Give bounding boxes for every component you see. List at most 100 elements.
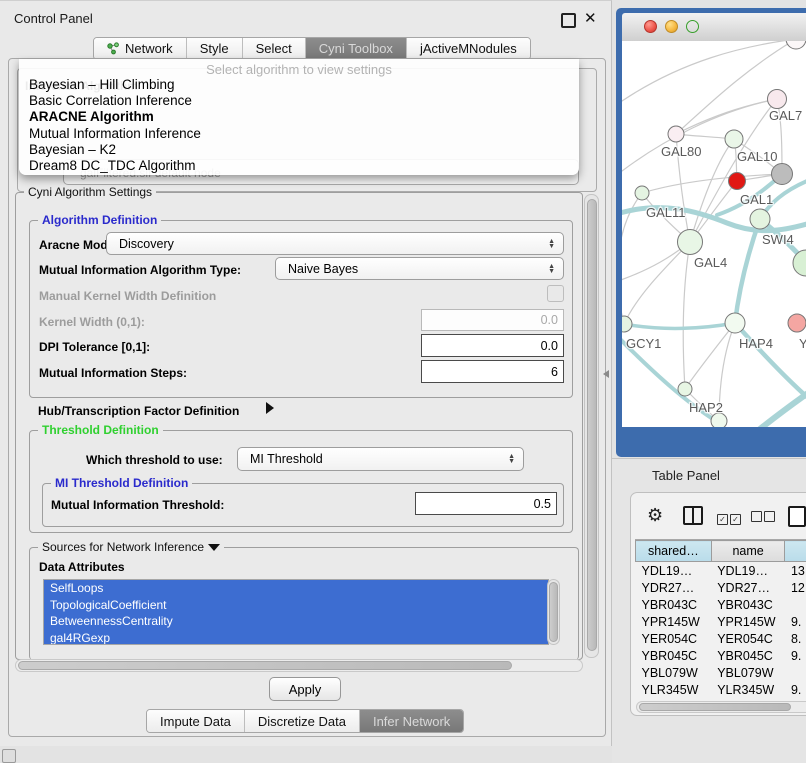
select-all-icon[interactable]: ✓✓ [717, 509, 741, 527]
scrollbar-thumb[interactable] [639, 703, 791, 711]
apply-button[interactable]: Apply [269, 677, 341, 701]
mi-threshold-field[interactable]: 0.5 [415, 492, 557, 515]
table-cell[interactable]: YBL079W [636, 664, 712, 681]
window-minimize-icon[interactable] [665, 20, 678, 33]
network-node[interactable] [788, 314, 806, 332]
table-cell[interactable]: YBL079W [711, 664, 785, 681]
algorithm-option[interactable]: Dream8 DC_TDC Algorithm [19, 158, 579, 174]
deselect-all-icon[interactable] [751, 509, 775, 527]
table-cell[interactable]: YIL053C [711, 698, 785, 700]
table-cell[interactable]: 8. [785, 630, 806, 647]
table-row[interactable]: YDR27…YDR27…12 [636, 579, 806, 596]
algorithm-option[interactable]: Bayesian – Hill Climbing [19, 77, 579, 93]
network-edge[interactable] [735, 219, 760, 323]
network-edge[interactable] [624, 323, 735, 328]
table-cell[interactable]: YPR145W [711, 613, 785, 630]
close-icon[interactable]: ✕ [584, 9, 597, 27]
table-row[interactable]: YBL079WYBL079W [636, 664, 806, 681]
tab-impute-data[interactable]: Impute Data [147, 710, 245, 732]
network-canvas[interactable]: GAL7GAL80GAL10GAL1GAL11SWI4GAL4GCY1HAP4Y… [622, 41, 806, 427]
table-row[interactable]: YLR345WYLR345W9. [636, 681, 806, 698]
manual-kernel-checkbox[interactable] [547, 285, 564, 302]
table-cell[interactable]: YBR045C [711, 647, 785, 664]
attribute-list-item[interactable]: TopologicalCoefficient [44, 597, 548, 614]
tab-network[interactable]: Network [94, 38, 187, 59]
table-cell[interactable] [785, 596, 806, 613]
table-cell[interactable]: 13 [785, 562, 806, 580]
table-cell[interactable]: YPR145W [636, 613, 712, 630]
mi-type-combobox[interactable]: Naive Bayes ▲▼ [275, 257, 564, 280]
triangle-right-icon[interactable] [266, 402, 274, 414]
tab-cyni-toolbox[interactable]: Cyni Toolbox [306, 38, 407, 59]
tab-infer-network[interactable]: Infer Network [360, 710, 463, 732]
aracne-mode-combobox[interactable]: Discovery ▲▼ [106, 232, 564, 255]
table-cell[interactable]: YBR045C [636, 647, 712, 664]
dpi-tolerance-field[interactable]: 0.0 [421, 334, 564, 357]
scrollbar-thumb[interactable] [18, 661, 512, 670]
table-cell[interactable] [785, 664, 806, 681]
tab-jactivemnodules[interactable]: jActiveMNodules [407, 38, 530, 59]
network-node[interactable] [622, 316, 632, 332]
node-table-grid[interactable]: shared… name YDL19…YDL19…13YDR27…YDR27…1… [635, 540, 806, 700]
tab-style[interactable]: Style [187, 38, 243, 59]
network-edge[interactable] [685, 323, 735, 389]
table-cell[interactable]: YER054C [711, 630, 785, 647]
network-node[interactable] [750, 209, 770, 229]
window-titlebar[interactable] [622, 13, 806, 42]
network-node[interactable] [768, 90, 787, 109]
network-node[interactable] [772, 164, 793, 185]
table-cell[interactable]: YDL19… [636, 562, 712, 580]
network-node[interactable] [725, 313, 745, 333]
network-node[interactable] [711, 413, 727, 427]
network-node[interactable] [729, 173, 746, 190]
attribute-list-scrollbar[interactable] [547, 579, 560, 645]
network-canvas-area[interactable]: GAL7GAL80GAL10GAL1GAL11SWI4GAL4GCY1HAP4Y… [622, 41, 806, 427]
table-cell[interactable]: 9. [785, 681, 806, 698]
network-node[interactable] [678, 230, 703, 255]
which-threshold-combobox[interactable]: MI Threshold ▲▼ [237, 447, 524, 471]
attribute-list-item[interactable]: gal4RGexp [44, 630, 548, 646]
splitpane-collapse-icon[interactable] [603, 370, 609, 378]
table-cell[interactable]: YLR345W [636, 681, 712, 698]
table-cell[interactable]: YDR27… [636, 579, 712, 596]
network-node[interactable] [725, 130, 743, 148]
table-cell[interactable]: 9. [785, 647, 806, 664]
kernel-width-field[interactable]: 0.0 [421, 309, 564, 331]
table-cell[interactable]: 9. [785, 613, 806, 630]
table-cell[interactable]: 9. [785, 698, 806, 700]
network-edge[interactable] [735, 323, 806, 397]
data-attributes-list[interactable]: SelfLoopsTopologicalCoefficientBetweenne… [43, 579, 549, 645]
window-zoom-icon[interactable] [686, 20, 699, 33]
scrollbar-thumb[interactable] [587, 199, 597, 651]
table-row[interactable]: YER054CYER054C8. [636, 630, 806, 647]
float-icon[interactable] [561, 13, 576, 28]
collapsed-panel-icon[interactable] [2, 749, 16, 763]
attribute-list-item[interactable]: SelfLoops [44, 580, 548, 597]
gear-icon[interactable]: ⚙ [647, 506, 663, 524]
column-header-name[interactable]: name [711, 541, 785, 562]
settings-vertical-scrollbar[interactable] [584, 194, 599, 658]
table-row[interactable]: YBR043CYBR043C [636, 596, 806, 613]
table-row[interactable]: YIL053CYIL053C9. [636, 698, 806, 700]
mi-steps-field[interactable]: 6 [421, 360, 564, 383]
attribute-list-item[interactable]: BetweennessCentrality [44, 613, 548, 630]
table-cell[interactable]: YDL19… [711, 562, 785, 580]
network-node[interactable] [635, 186, 649, 200]
table-cell[interactable]: YDR27… [711, 579, 785, 596]
table-cell[interactable]: YBR043C [636, 596, 712, 613]
tab-select[interactable]: Select [243, 38, 306, 59]
network-edge[interactable] [760, 393, 806, 427]
table-cell[interactable]: 12 [785, 579, 806, 596]
table-row[interactable]: YDL19…YDL19…13 [636, 562, 806, 580]
network-node[interactable] [668, 126, 684, 142]
column-header-partial[interactable] [785, 541, 806, 562]
table-row[interactable]: YPR145WYPR145W9. [636, 613, 806, 630]
table-cell[interactable]: YBR043C [711, 596, 785, 613]
network-edge[interactable] [683, 242, 690, 389]
network-node[interactable] [786, 41, 806, 49]
algorithm-option[interactable]: Mutual Information Inference [19, 126, 579, 142]
scrollbar-thumb[interactable] [549, 582, 558, 642]
table-row[interactable]: YBR045CYBR045C9. [636, 647, 806, 664]
columns-icon[interactable] [683, 506, 703, 525]
settings-horizontal-scrollbar[interactable] [15, 659, 583, 672]
